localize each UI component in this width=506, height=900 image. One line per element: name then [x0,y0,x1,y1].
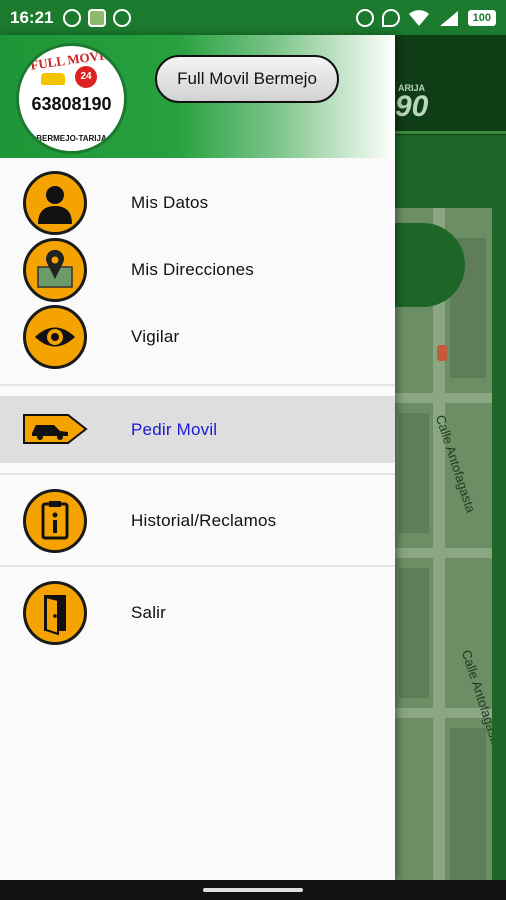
header-number-text: 90 [395,90,429,123]
menu-item-mis-datos[interactable]: Mis Datos [0,169,395,236]
navigation-drawer: FULL MOVIL 24 63808190 BERMEJO-TARIJA Fu… [0,35,395,880]
eye-icon [23,304,87,369]
wifi-icon [408,9,429,26]
menu-label: Pedir Movil [131,419,218,439]
door-exit-icon [23,580,87,645]
battery-icon: 100 [467,9,496,26]
menu-label: Historial/Reclamos [131,510,277,530]
blocked-icon [113,8,132,27]
status-bar: 16:21 100 [0,0,506,35]
menu-item-vigilar[interactable]: Vigilar [0,303,395,370]
logo-subtitle: BERMEJO-TARIJA [36,134,107,143]
taxi-icon [41,73,65,85]
menu-item-mis-direcciones[interactable]: Mis Direcciones [0,236,395,303]
full-movil-bermejo-button[interactable]: Full Movil Bermejo [155,55,339,103]
menu-item-historial-reclamos[interactable]: Historial/Reclamos [0,487,395,554]
taxi-arrow-icon [23,414,88,444]
logo-phone: 63808190 [31,94,112,114]
drawer-header: FULL MOVIL 24 63808190 BERMEJO-TARIJA Fu… [0,35,395,158]
whatsapp-icon [63,8,82,27]
signal-icon [439,10,458,26]
map-view[interactable]: Calle Antofagasta Calle Antofagasta [395,208,492,900]
menu-item-salir[interactable]: Salir [0,579,395,646]
home-gesture-handle[interactable] [203,888,303,892]
system-navigation-bar [0,880,506,900]
header-line [395,131,506,134]
menu-item-pedir-movil[interactable]: Pedir Movil [0,396,395,463]
location-icon [381,8,400,27]
person-icon [23,170,87,235]
map-marker-icon [437,345,447,361]
status-time: 16:21 [10,7,54,27]
alarm-icon [355,8,374,27]
menu-label: Salir [131,602,167,622]
menu-divider [0,565,395,567]
menu-label: Vigilar [131,326,180,346]
badge-24-icon: 24 [75,66,97,88]
logo-title: FULL MOVIL [29,46,114,73]
menu-label: Mis Direcciones [131,259,254,279]
clipboard-info-icon [23,488,87,553]
menu-label: Mis Datos [131,192,209,212]
menu-divider [0,384,395,386]
full-movil-logo: FULL MOVIL 24 63808190 BERMEJO-TARIJA [16,43,127,154]
map-pin-icon [23,237,87,302]
app-notification-icon [88,8,107,27]
menu-divider [0,473,395,475]
